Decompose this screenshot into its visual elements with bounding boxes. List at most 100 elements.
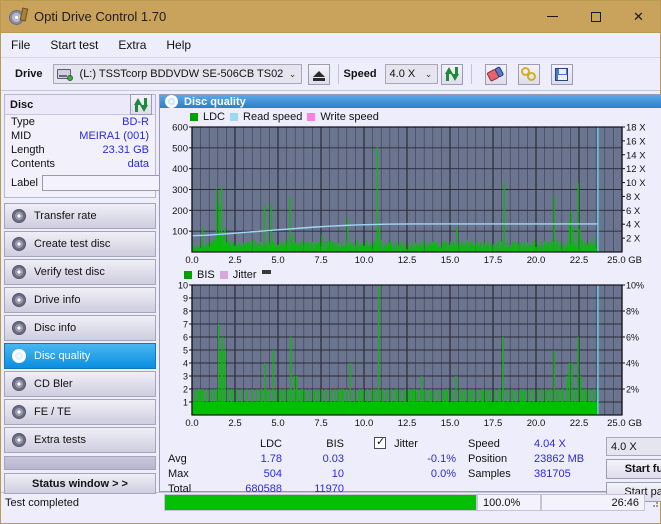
window-title: Opti Drive Control 1.70 bbox=[34, 9, 531, 24]
app-icon bbox=[9, 8, 27, 26]
sidebar-item-disc-info[interactable]: Disc info bbox=[4, 315, 156, 341]
svg-text:2.5: 2.5 bbox=[228, 418, 241, 429]
read-speed-swatch bbox=[230, 113, 238, 121]
nav-list: Transfer rate Create test disc Verify te… bbox=[4, 203, 156, 453]
status-window-button[interactable]: Status window > > bbox=[4, 473, 156, 494]
disc-icon bbox=[11, 236, 28, 252]
svg-text:8%: 8% bbox=[626, 307, 639, 317]
sidebar-item-label: Disc quality bbox=[34, 350, 90, 362]
ldc-chart[interactable]: 100 200 300 400 500 600 2 X 4 X 6 X 8 X 10 X 12 X 14… bbox=[162, 123, 661, 268]
svg-text:10.0: 10.0 bbox=[355, 418, 374, 429]
svg-text:600: 600 bbox=[172, 123, 188, 134]
sidebar-item-fe-te[interactable]: FE / TE bbox=[4, 399, 156, 425]
menu-extra[interactable]: Extra bbox=[118, 38, 146, 52]
sidebar-item-disc-quality[interactable]: Disc quality bbox=[4, 343, 156, 369]
svg-text:6: 6 bbox=[183, 333, 188, 343]
disc-contents-label: Contents bbox=[11, 158, 55, 170]
disc-refresh-button[interactable] bbox=[130, 94, 152, 115]
panel-title-bar: Disc quality bbox=[160, 95, 661, 108]
menu-help[interactable]: Help bbox=[166, 38, 191, 52]
disc-panel-title: Disc bbox=[10, 99, 33, 111]
svg-text:12 X: 12 X bbox=[626, 164, 646, 175]
disc-quality-panel: Disc quality LDC Read speed Write speed … bbox=[159, 94, 661, 492]
disc-type-label: Type bbox=[11, 116, 35, 128]
drive-select[interactable]: (L:) TSSTcorp BDDVDW SE-506CB TS02 ⌄ bbox=[53, 64, 302, 84]
svg-text:4 X: 4 X bbox=[626, 220, 641, 231]
refresh-button[interactable] bbox=[441, 64, 463, 85]
minimize-button[interactable] bbox=[531, 2, 574, 32]
svg-text:3: 3 bbox=[183, 372, 188, 382]
sidebar-item-label: Transfer rate bbox=[34, 210, 97, 222]
stats-col-ldc: LDC 1.78 504 680588 bbox=[220, 437, 282, 502]
sidebar-item-extra-tests[interactable]: Extra tests bbox=[4, 427, 156, 453]
sidebar-item-label: Verify test disc bbox=[34, 266, 105, 278]
svg-text:15.0: 15.0 bbox=[441, 418, 460, 429]
maximize-button[interactable] bbox=[574, 2, 617, 32]
svg-text:14 X: 14 X bbox=[626, 150, 646, 161]
content-area: Disc quality LDC Read speed Write speed … bbox=[159, 91, 661, 492]
disc-info-panel: Disc Type BD-R MID MEIRA1 (001) Length 2… bbox=[4, 94, 156, 198]
samples-info-label: Samples bbox=[468, 467, 534, 482]
speed-select-value: 4.0 X bbox=[386, 68, 421, 80]
svg-text:5: 5 bbox=[183, 346, 188, 356]
svg-text:7.5: 7.5 bbox=[314, 255, 327, 266]
stats-row-labels: Avg Max Total bbox=[168, 437, 220, 502]
test-speed-select[interactable]: 4.0 X ⌄ bbox=[606, 437, 661, 456]
sidebar-item-label: Create test disc bbox=[34, 238, 110, 250]
svg-text:10: 10 bbox=[178, 281, 188, 291]
svg-text:22.5: 22.5 bbox=[570, 255, 589, 266]
speed-select[interactable]: 4.0 X ⌄ bbox=[385, 64, 438, 84]
sidebar-item-cd-bler[interactable]: CD Bler bbox=[4, 371, 156, 397]
erase-button[interactable] bbox=[485, 64, 507, 85]
resize-grip-icon[interactable] bbox=[648, 497, 660, 509]
menu-start-test[interactable]: Start test bbox=[50, 38, 98, 52]
disc-icon bbox=[165, 95, 178, 108]
sidebar-item-create-test-disc[interactable]: Create test disc bbox=[4, 231, 156, 257]
toolbar-divider bbox=[338, 64, 339, 84]
drive-icon bbox=[57, 68, 72, 80]
svg-text:7: 7 bbox=[183, 320, 188, 330]
sidebar-item-verify-test-disc[interactable]: Verify test disc bbox=[4, 259, 156, 285]
page-title: Disc quality bbox=[184, 96, 246, 108]
legend-marker-icon bbox=[262, 270, 271, 274]
save-button[interactable] bbox=[551, 64, 573, 85]
svg-text:300: 300 bbox=[172, 185, 188, 196]
start-full-button[interactable]: Start full bbox=[606, 459, 661, 479]
svg-text:8: 8 bbox=[183, 307, 188, 317]
eject-icon bbox=[313, 71, 325, 77]
status-message: Test completed bbox=[1, 494, 161, 511]
stats-col-info-values: 4.04 X 23862 MB 381705 bbox=[534, 437, 606, 502]
sidebar-item-transfer-rate[interactable]: Transfer rate bbox=[4, 203, 156, 229]
disc-label-label: Label bbox=[11, 177, 38, 189]
menu-file[interactable]: File bbox=[11, 38, 30, 52]
svg-text:12.5: 12.5 bbox=[398, 418, 417, 429]
svg-text:16 X: 16 X bbox=[626, 136, 646, 147]
position-info-value: 23862 MB bbox=[534, 452, 606, 467]
stats-header-bis: BIS bbox=[282, 437, 344, 452]
ldc-swatch bbox=[190, 113, 198, 121]
svg-text:4: 4 bbox=[183, 359, 188, 369]
chevron-down-icon: ⌄ bbox=[421, 69, 437, 80]
samples-info-value: 381705 bbox=[534, 467, 606, 482]
link-button[interactable] bbox=[518, 64, 540, 85]
eject-button[interactable] bbox=[308, 64, 330, 85]
disc-panel-header: Disc bbox=[5, 95, 155, 115]
svg-text:2%: 2% bbox=[626, 385, 639, 395]
sidebar-item-label: Drive info bbox=[34, 294, 80, 306]
jitter-header-row: Jitter bbox=[344, 437, 456, 452]
sidebar-spacer bbox=[4, 456, 156, 470]
svg-text:12.5: 12.5 bbox=[398, 255, 417, 266]
svg-text:17.5: 17.5 bbox=[484, 418, 503, 429]
sidebar-item-drive-info[interactable]: Drive info bbox=[4, 287, 156, 313]
bis-chart[interactable]: 1 2 3 4 5 6 7 8 9 10 2% 4% 6% 8% 10% 0.0 2.5 5.0 7.5 10.0 12… bbox=[162, 281, 661, 431]
svg-text:17.5: 17.5 bbox=[484, 255, 503, 266]
status-bar: Test completed 100.0% 26:46 bbox=[1, 492, 660, 512]
jitter-checkbox[interactable] bbox=[374, 437, 386, 449]
close-icon[interactable]: ✕ bbox=[617, 2, 660, 32]
disc-icon bbox=[11, 348, 28, 364]
svg-text:10%: 10% bbox=[626, 281, 644, 291]
stats-jitter-max: 0.0% bbox=[344, 467, 456, 482]
sidebar: Disc Type BD-R MID MEIRA1 (001) Length 2… bbox=[1, 91, 159, 492]
floppy-save-icon bbox=[555, 68, 568, 81]
disc-mid-label: MID bbox=[11, 130, 31, 142]
